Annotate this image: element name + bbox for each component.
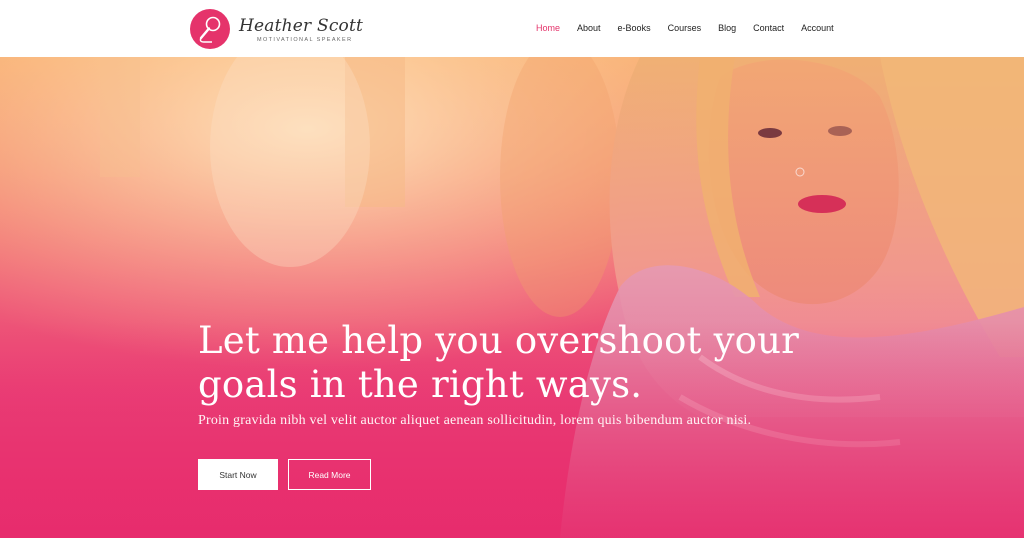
- nav-item-blog[interactable]: Blog: [718, 21, 736, 35]
- hero-subtext: Proin gravida nibh vel velit auctor aliq…: [198, 413, 752, 428]
- read-more-button[interactable]: Read More: [288, 459, 371, 490]
- main-nav: Home About e-Books Courses Blog Contact …: [536, 21, 851, 35]
- hero-headline-line2: goals in the right ways.: [198, 363, 643, 406]
- brand-name: Heather Scott: [239, 15, 364, 36]
- nav-item-home[interactable]: Home: [536, 21, 560, 35]
- nav-item-about[interactable]: About: [577, 21, 601, 35]
- start-now-button[interactable]: Start Now: [198, 459, 278, 490]
- site-header: Heather Scott MOTIVATIONAL SPEAKER Home …: [0, 0, 1024, 57]
- brand-tagline: MOTIVATIONAL SPEAKER: [257, 36, 353, 43]
- hero-section: Let me help you overshoot your goals in …: [0, 57, 1024, 538]
- hero-background-image: [0, 57, 1024, 538]
- nav-item-account[interactable]: Account: [801, 21, 834, 35]
- site-logo[interactable]: Heather Scott MOTIVATIONAL SPEAKER: [190, 9, 363, 49]
- microphone-icon: [190, 9, 230, 49]
- hero-headline: Let me help you overshoot your goals in …: [198, 319, 898, 407]
- hero-headline-line1: Let me help you overshoot your: [198, 319, 800, 362]
- nav-item-ebooks[interactable]: e-Books: [618, 21, 651, 35]
- nav-item-contact[interactable]: Contact: [753, 21, 784, 35]
- nav-item-courses[interactable]: Courses: [668, 21, 702, 35]
